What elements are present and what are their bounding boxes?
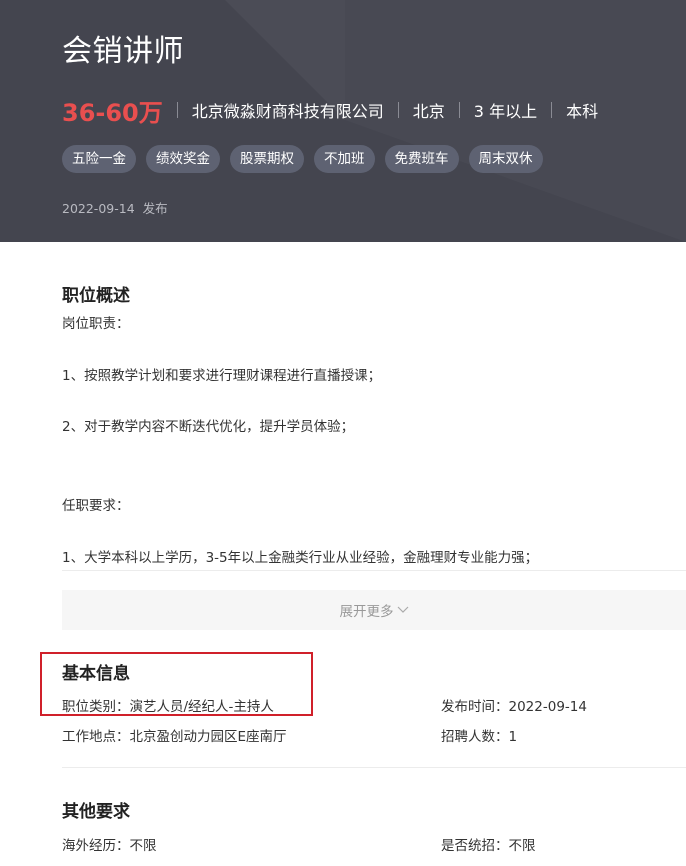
job-city: 北京 <box>412 102 445 121</box>
company-name[interactable]: 北京微淼财商科技有限公司 <box>192 98 384 122</box>
benefit-tag: 绩效奖金 <box>146 145 220 173</box>
benefit-tags: 五险一金 绩效奖金 股票期权 不加班 免费班车 周末双休 <box>62 145 543 173</box>
overview-line: 1、按照教学计划和要求进行理财课程进行直播授课； <box>62 368 382 384</box>
overview-title: 职位概述 <box>62 286 130 306</box>
annotation-highlight-box <box>40 652 313 716</box>
headcount: 招聘人数：1 <box>441 729 518 745</box>
job-meta-row: 36-60万 北京微淼财商科技有限公司 北京 3 年以上 本科 <box>62 90 598 130</box>
expand-more-button[interactable]: 展开更多 <box>62 590 686 630</box>
overview-line: 2、对于教学内容不断迭代优化，提升学员体验； <box>62 419 355 435</box>
benefit-tag: 股票期权 <box>230 145 304 173</box>
benefit-tag: 免费班车 <box>384 145 459 173</box>
publish-info: 2022-09-14 发布 <box>62 198 168 217</box>
campus-recruitment: 是否统招：不限 <box>441 838 536 854</box>
overview-line: 1、大学本科以上学历，3-5年以上金融类行业从业经验，金融理财专业能力强； <box>62 550 539 566</box>
publish-date: 2022-09-14 <box>62 201 135 216</box>
job-experience: 3 年以上 <box>473 102 538 121</box>
overview-divider <box>62 570 686 571</box>
overseas-experience: 海外经历：不限 <box>62 838 157 854</box>
overview-line: 任职要求： <box>62 498 130 514</box>
overview-line: 岗位职责： <box>62 316 130 332</box>
benefit-tag: 五险一金 <box>62 145 136 173</box>
meta-separator <box>176 102 178 118</box>
basic-info-divider <box>62 767 686 768</box>
meta-separator <box>397 102 399 118</box>
salary: 36-60万 <box>62 98 163 127</box>
publish-time: 发布时间：2022-09-14 <box>441 699 587 715</box>
chevron-down-icon <box>397 606 408 613</box>
publish-suffix: 发布 <box>142 201 168 216</box>
benefit-tag: 不加班 <box>314 145 375 173</box>
job-header: 会销讲师 36-60万 北京微淼财商科技有限公司 北京 3 年以上 本科 五险一… <box>0 0 686 242</box>
meta-separator <box>458 102 460 118</box>
benefit-tag: 周末双休 <box>468 145 543 173</box>
work-location: 工作地点：北京盈创动力园区E座南厅 <box>62 729 287 745</box>
other-requirements-title: 其他要求 <box>62 802 130 822</box>
job-title: 会销讲师 <box>62 34 184 69</box>
meta-separator <box>551 102 553 118</box>
expand-more-label: 展开更多 <box>339 604 394 620</box>
job-education: 本科 <box>566 102 599 121</box>
